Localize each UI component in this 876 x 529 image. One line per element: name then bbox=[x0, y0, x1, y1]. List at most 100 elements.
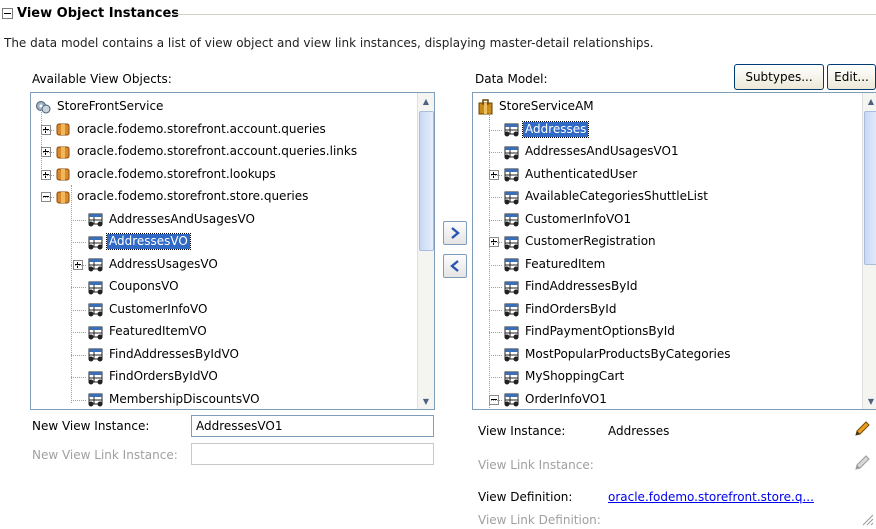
tree-view-instance-item[interactable]: AddressesAndUsagesVO1 bbox=[503, 141, 681, 162]
tree-root-storeserviceam[interactable]: StoreServiceAM bbox=[477, 96, 596, 117]
tree-package-item[interactable]: oracle.fodemo.storefront.lookups bbox=[55, 164, 278, 185]
tree-connector bbox=[71, 219, 86, 221]
tree-item-label: AddressesVO bbox=[106, 233, 191, 250]
subtypes-button[interactable]: Subtypes... bbox=[734, 64, 824, 90]
tree-connector bbox=[71, 242, 86, 243]
view-object-icon bbox=[503, 279, 520, 295]
view-object-icon bbox=[87, 301, 104, 317]
tree-item-label: StoreFrontService bbox=[57, 99, 164, 113]
view-instance-label: View Instance: bbox=[478, 424, 566, 438]
remove-from-data-model-button[interactable] bbox=[443, 254, 467, 278]
tree-connector bbox=[489, 332, 502, 333]
tree-package-item[interactable]: oracle.fodemo.storefront.account.queries bbox=[55, 119, 328, 140]
tree-connector bbox=[71, 309, 86, 311]
view-definition-link[interactable]: oracle.fodemo.storefront.store.q... bbox=[608, 490, 814, 504]
tree-connector bbox=[489, 108, 490, 408]
tree-connector bbox=[489, 129, 502, 131]
new-view-link-instance-label: New View Link Instance: bbox=[32, 448, 178, 462]
tree-view-object-item[interactable]: AddressUsagesVO bbox=[87, 254, 220, 275]
view-link-instance-label: View Link Instance: bbox=[478, 458, 594, 472]
add-to-data-model-button[interactable] bbox=[443, 221, 467, 245]
view-object-icon bbox=[503, 121, 520, 137]
resize-grip-icon[interactable] bbox=[860, 512, 874, 529]
tree-item-label: Addresses bbox=[521, 120, 590, 138]
tree-package-item[interactable]: oracle.fodemo.storefront.store.queries bbox=[55, 186, 310, 207]
view-object-icon bbox=[503, 189, 520, 205]
tree-connector bbox=[489, 399, 502, 401]
tree-view-object-item[interactable]: FindAddressesByIdVO bbox=[87, 344, 241, 365]
scroll-down-arrow-icon[interactable]: ▼ bbox=[418, 393, 434, 409]
new-view-link-instance-input[interactable] bbox=[191, 443, 434, 465]
tree-root-storefrontservice[interactable]: StoreFrontService bbox=[35, 96, 165, 117]
tree-item-label: CouponsVO bbox=[109, 279, 179, 293]
pencil-icon bbox=[855, 455, 870, 470]
tree-view-instance-item[interactable]: AvailableCategoriesShuttleList bbox=[503, 186, 710, 207]
view-object-icon bbox=[87, 369, 104, 385]
tree-connector bbox=[489, 242, 502, 243]
available-view-objects-tree[interactable]: ▲ ▼ StoreFrontService oracle.fodemo.store… bbox=[30, 92, 435, 410]
tree-view-object-item[interactable]: MembershipDiscountsVO bbox=[87, 389, 262, 410]
tree-connector bbox=[489, 309, 502, 311]
edit-view-instance-button[interactable] bbox=[853, 420, 871, 441]
view-object-icon bbox=[87, 256, 104, 272]
tree-connector bbox=[71, 287, 86, 288]
tree-view-object-item[interactable]: AddressesVO bbox=[87, 231, 191, 252]
tree-item-label: FindOrdersById bbox=[525, 301, 617, 316]
tree-connector bbox=[71, 354, 86, 356]
view-object-icon bbox=[503, 346, 520, 362]
tree-view-object-item[interactable]: CouponsVO bbox=[87, 276, 181, 297]
view-object-icon bbox=[503, 144, 520, 160]
scroll-down-arrow-icon[interactable]: ▼ bbox=[863, 393, 876, 409]
tree-view-instance-item[interactable]: FindOrdersById bbox=[503, 299, 618, 320]
tree-view-instance-item[interactable]: FindAddressesById bbox=[503, 276, 640, 297]
tree-item-label: AddressUsagesVO bbox=[109, 256, 218, 271]
tree-view-instance-item[interactable]: MyShoppingCart bbox=[503, 366, 626, 387]
data-model-tree[interactable]: ▲ ▼ StoreServiceAM Addresses AddressesAndU… bbox=[472, 92, 876, 410]
tree-package-item[interactable]: oracle.fodemo.storefront.account.queries… bbox=[55, 141, 359, 162]
available-tree-scrollbar[interactable]: ▲ ▼ bbox=[417, 93, 434, 409]
scroll-up-arrow-icon[interactable]: ▲ bbox=[418, 93, 434, 109]
tree-connector bbox=[489, 174, 502, 176]
package-icon bbox=[55, 144, 72, 160]
tree-item-label: FindOrdersByIdVO bbox=[109, 369, 218, 383]
tree-item-label: AddressesAndUsagesVO1 bbox=[525, 144, 679, 158]
tree-view-instance-item[interactable]: CustomerRegistration bbox=[503, 231, 658, 252]
tree-connector bbox=[71, 399, 86, 401]
tree-view-instance-item[interactable]: Addresses bbox=[503, 119, 590, 140]
tree-item-label: MostPopularProductsByCategories bbox=[525, 346, 731, 361]
tree-item-label: MyShoppingCart bbox=[525, 369, 625, 383]
tree-connector bbox=[71, 332, 86, 333]
tree-view-instance-item[interactable]: AuthenticatedUser bbox=[503, 164, 639, 185]
tree-view-instance-item[interactable]: OrderInfoVO1 bbox=[503, 389, 609, 410]
tree-view-object-item[interactable]: FindOrdersByIdVO bbox=[87, 366, 220, 387]
tree-view-instance-item[interactable]: FeaturedItem bbox=[503, 254, 607, 275]
package-icon bbox=[55, 166, 72, 182]
tree-connector bbox=[41, 129, 54, 131]
new-view-instance-input[interactable] bbox=[191, 415, 434, 437]
edit-button[interactable]: Edit... bbox=[827, 64, 876, 90]
scroll-thumb[interactable] bbox=[864, 111, 876, 265]
tree-item-label: FindAddressesById bbox=[525, 279, 638, 293]
view-object-icon bbox=[87, 391, 104, 407]
tree-view-object-item[interactable]: AddressesAndUsagesVO bbox=[87, 209, 257, 230]
tree-item-label: FindAddressesByIdVO bbox=[109, 346, 239, 361]
tree-connector bbox=[41, 108, 42, 177]
tree-connector bbox=[41, 197, 54, 198]
view-object-icon bbox=[503, 211, 520, 227]
scroll-up-arrow-icon[interactable]: ▲ bbox=[863, 93, 876, 109]
section-description: The data model contains a list of view o… bbox=[4, 36, 654, 50]
tree-connector bbox=[489, 264, 502, 266]
scroll-thumb[interactable] bbox=[419, 111, 434, 251]
tree-view-instance-item[interactable]: CustomerInfoVO1 bbox=[503, 209, 633, 230]
view-object-icon bbox=[503, 369, 520, 385]
tree-view-object-item[interactable]: FeaturedItemVO bbox=[87, 321, 209, 342]
shuttle-left-icon bbox=[450, 260, 459, 272]
tree-view-object-item[interactable]: CustomerInfoVO bbox=[87, 299, 209, 320]
section-header[interactable]: View Object Instances bbox=[2, 6, 179, 21]
collapse-icon[interactable] bbox=[2, 8, 13, 19]
tree-view-instance-item[interactable]: MostPopularProductsByCategories bbox=[503, 344, 732, 365]
data-model-tree-scrollbar[interactable]: ▲ ▼ bbox=[862, 93, 876, 409]
view-object-icon bbox=[503, 391, 520, 407]
edit-view-link-instance-button[interactable] bbox=[853, 454, 871, 475]
tree-view-instance-item[interactable]: FindPaymentOptionsById bbox=[503, 321, 677, 342]
